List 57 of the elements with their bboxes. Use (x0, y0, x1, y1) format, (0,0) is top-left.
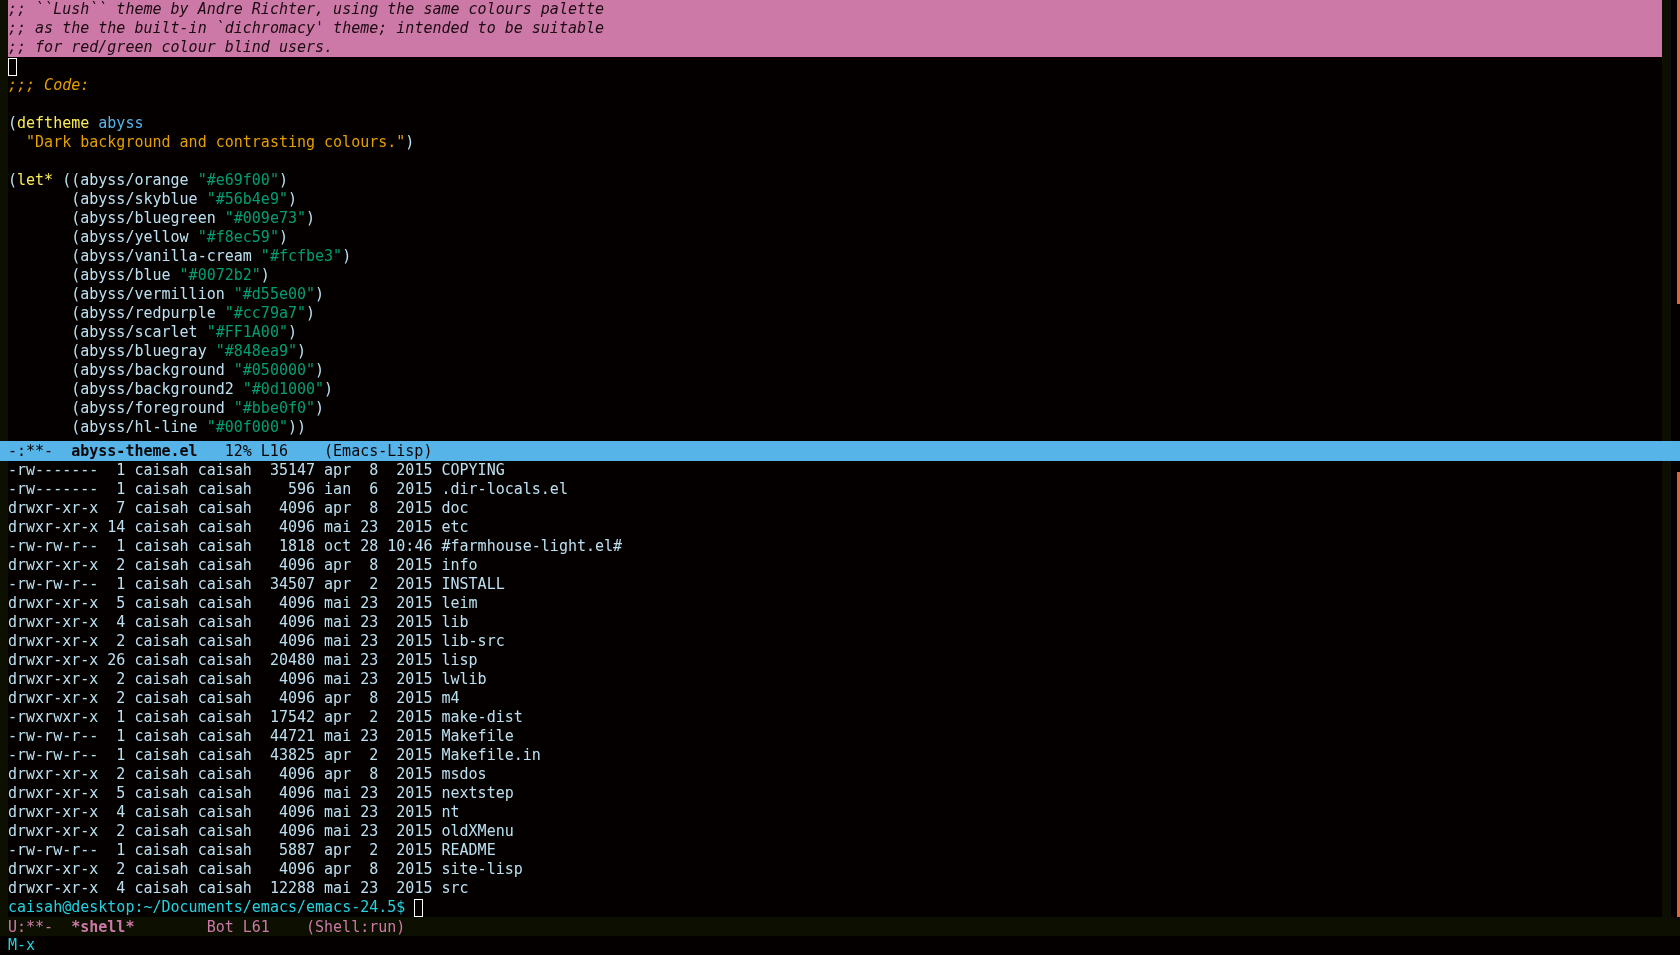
output-line: drwxr-xr-x 2 caisah caisah 4096 apr 8 2015 info (8, 556, 478, 575)
major-mode: (Emacs-Lisp) (324, 442, 433, 460)
output-line: drwxr-xr-x 7 caisah caisah 4096 apr 8 2015 doc (8, 499, 469, 518)
output-line: drwxr-xr-x 5 caisah caisah 4096 mai 23 2015 leim (8, 594, 478, 613)
code-line: (abyss/bluegray "#848ea9") (71, 342, 306, 361)
output-line: drwxr-xr-x 4 caisah caisah 12288 mai 23 2015 src (8, 879, 469, 898)
code-line: (abyss/background2 "#0d1000") (71, 380, 334, 399)
output-line: -rw-rw-r-- 1 caisah caisah 1818 oct 28 10:46 #farmhouse-light.el# (8, 537, 623, 556)
output-line: -rw------- 1 caisah caisah 35147 apr 8 2015 COPYING (8, 461, 505, 480)
code-line: (abyss/scarlet "#FF1A00") (71, 323, 297, 342)
output-line: -rw-rw-r-- 1 caisah caisah 5887 apr 2 2015 README (8, 841, 496, 860)
code-line: "Dark background and contrasting colours.") (26, 133, 415, 152)
code-line: (abyss/vanilla-cream "#fcfbe3") (71, 247, 352, 266)
output-line: drwxr-xr-x 14 caisah caisah 4096 mai 23 2015 etc (8, 518, 469, 537)
code-line: (deftheme abyss (8, 114, 144, 133)
code-comment: ;; for red/green colour blind users. (8, 38, 334, 57)
output-line: -rw-rw-r-- 1 caisah caisah 34507 apr 2 2015 INSTALL (8, 575, 505, 594)
output-line: drwxr-xr-x 4 caisah caisah 4096 mai 23 2015 lib (8, 613, 469, 632)
code-line: (let* ((abyss/orange "#e69f00") (8, 171, 288, 190)
code-line: (abyss/redpurple "#cc79a7") (71, 304, 316, 323)
text-cursor (414, 898, 424, 917)
buffer-position: Bot L61 (206, 917, 270, 936)
code-line: (abyss/yellow "#f8ec59") (71, 228, 288, 247)
text-cursor (8, 57, 17, 76)
output-line: -rw-rw-r-- 1 caisah caisah 43825 apr 2 2015 Makefile.in (8, 746, 541, 765)
output-line: -rw------- 1 caisah caisah 596 ian 6 2015 .dir-locals.el (8, 480, 568, 499)
output-line: drwxr-xr-x 2 caisah caisah 4096 apr 8 2015 m4 (8, 689, 460, 708)
code-line: (abyss/skyblue "#56b4e9") (71, 190, 297, 209)
code-line: (abyss/bluegreen "#009e73") (71, 209, 316, 228)
output-line: drwxr-xr-x 2 caisah caisah 4096 mai 23 2015 oldXMenu (8, 822, 514, 841)
output-line: -rw-rw-r-- 1 caisah caisah 44721 mai 23 2015 Makefile (8, 727, 514, 746)
output-line: drwxr-xr-x 26 caisah caisah 20480 mai 23 2015 lisp (8, 651, 478, 670)
buffer-status: -:**- (8, 442, 54, 460)
output-line: drwxr-xr-x 2 caisah caisah 4096 mai 23 2015 lib-src (8, 632, 505, 651)
minibuffer-prompt: M-x (8, 936, 36, 955)
output-line: drwxr-xr-x 2 caisah caisah 4096 apr 8 2015 msdos (8, 765, 487, 784)
scrollbar-thumb[interactable] (1677, 472, 1680, 917)
output-line: drwxr-xr-x 2 caisah caisah 4096 apr 8 2015 site-lisp (8, 860, 523, 879)
code-comment: ;; as the the built-in `dichromacy' theme; intended to be suitable (8, 19, 605, 38)
output-line: drwxr-xr-x 5 caisah caisah 4096 mai 23 2015 nextstep (8, 784, 514, 803)
shell-prompt: caisah@desktop:~/Documents/emacs/emacs-24.5$ (8, 898, 406, 917)
major-mode: (Shell:run) (306, 917, 406, 936)
buffer-status: U:**- (8, 917, 54, 936)
code-line: (abyss/vermillion "#d55e00") (71, 285, 325, 304)
output-line: drwxr-xr-x 4 caisah caisah 4096 mai 23 2015 nt (8, 803, 460, 822)
output-line: drwxr-xr-x 2 caisah caisah 4096 mai 23 2015 lwlib (8, 670, 487, 689)
code-line: (abyss/background "#050000") (71, 361, 325, 380)
output-line: -rwxrwxr-x 1 caisah caisah 17542 apr 2 2015 make-dist (8, 708, 523, 727)
buffer-name: abyss-theme.el (71, 442, 198, 460)
code-line: (abyss/hl-line "#00f000")) (71, 418, 306, 437)
code-comment: ;;; Code: (8, 76, 90, 95)
code-line: (abyss/blue "#0072b2") (71, 266, 270, 285)
code-comment: ;; ``Lush`` theme by Andre Richter, using the same colours palette (8, 0, 605, 19)
buffer-position: 12% L16 (224, 442, 288, 460)
code-line: (abyss/foreground "#bbe0f0") (71, 399, 325, 418)
buffer-name: *shell* (71, 917, 135, 936)
scrollbar-thumb[interactable] (1677, 0, 1680, 304)
